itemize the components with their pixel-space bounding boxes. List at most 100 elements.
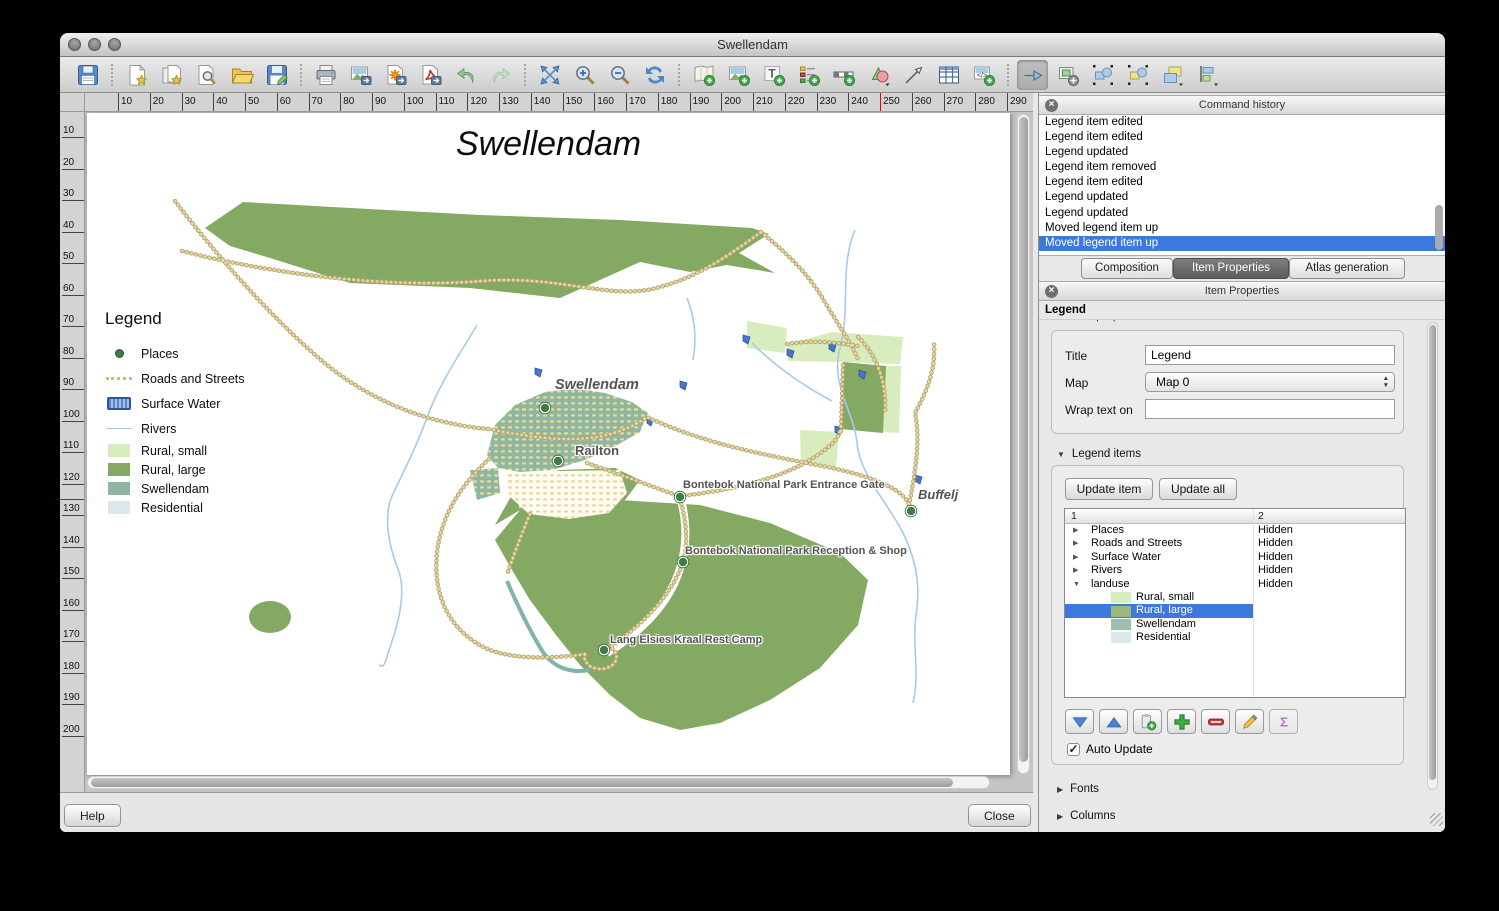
v-ruler-label: 30 <box>63 188 75 199</box>
composer-manager-button[interactable] <box>191 60 222 90</box>
v-ruler-tick <box>62 609 84 611</box>
history-item[interactable]: Legend item edited <box>1039 130 1445 145</box>
zoom-in-button[interactable] <box>569 60 600 90</box>
expand-icon[interactable]: ▶ <box>1073 524 1078 537</box>
print-button[interactable] <box>310 60 341 90</box>
main-properties-section[interactable]: ▼ Main properties <box>1057 320 1147 329</box>
expand-icon[interactable]: ▶ <box>1073 551 1078 564</box>
command-history-list[interactable]: Legend item edited Legend item edited Lege… <box>1039 115 1445 256</box>
add-table-button[interactable] <box>933 60 964 90</box>
history-item[interactable]: Legend item removed <box>1039 160 1445 175</box>
save-button[interactable] <box>72 60 103 90</box>
map-legend-item[interactable]: Legend Places Roads and Streets Surface Wa… <box>105 309 285 517</box>
history-item[interactable]: Legend updated <box>1039 190 1445 205</box>
layer-row[interactable]: ▼ landuse Hidden <box>1065 578 1405 591</box>
item-properties-scroll[interactable]: ▼ Main properties Title Map Map 0 ▲▼ Wra… <box>1039 320 1433 825</box>
export-svg-button[interactable] <box>380 60 411 90</box>
history-item[interactable]: Legend updated <box>1039 206 1445 221</box>
tab-item-properties[interactable]: Item Properties <box>1173 258 1289 279</box>
layer-row[interactable]: ▶ Roads and Streets Hidden <box>1065 537 1405 550</box>
history-item[interactable]: Legend item edited <box>1039 175 1445 190</box>
toolbar-separator <box>300 63 302 86</box>
ungroup-items-button[interactable] <box>1122 60 1153 90</box>
add-arrow-button[interactable] <box>898 60 929 90</box>
group-items-button[interactable] <box>1087 60 1118 90</box>
add-table-icon <box>938 66 959 83</box>
v-ruler-tick <box>62 326 84 327</box>
remove-item-button[interactable] <box>1201 709 1230 734</box>
legend-child-row[interactable]: Rural, large <box>1065 604 1405 619</box>
canvas-horizontal-scrollbar[interactable] <box>87 776 990 789</box>
expand-icon[interactable]: ▶ <box>1073 537 1078 550</box>
v-ruler-tick <box>62 672 84 674</box>
add-image-button[interactable] <box>723 60 754 90</box>
history-item[interactable]: Legend item edited <box>1039 115 1445 130</box>
new-composition-button[interactable] <box>121 60 152 90</box>
resize-grip[interactable] <box>1430 813 1443 826</box>
title-input[interactable] <box>1145 345 1395 365</box>
composition-page[interactable]: Swellendam Legend Places Roads and Street… <box>87 113 1010 775</box>
close-icon[interactable]: × <box>1045 285 1058 298</box>
command-history-scrollbar[interactable] <box>1435 117 1443 254</box>
legend-child-row[interactable]: Residential <box>1065 631 1405 644</box>
expand-icon[interactable]: ▶ <box>1073 564 1078 577</box>
fonts-section[interactable]: ▶ Fonts <box>1057 783 1099 795</box>
save-as-button[interactable] <box>261 60 292 90</box>
panel-scrollbar[interactable] <box>1427 322 1438 790</box>
help-button[interactable]: Help <box>64 804 121 827</box>
close-button[interactable]: Close <box>968 804 1031 827</box>
raise-items-button[interactable] <box>1157 60 1188 90</box>
zoom-out-button[interactable] <box>604 60 635 90</box>
layer-row[interactable]: ▶ Rivers Hidden <box>1065 564 1405 577</box>
export-pdf-button[interactable] <box>415 60 446 90</box>
tab-atlas-generation[interactable]: Atlas generation <box>1289 258 1405 279</box>
move-down-button[interactable] <box>1065 709 1094 734</box>
titlebar[interactable]: Swellendam <box>60 33 1445 57</box>
add-item-button[interactable] <box>1167 709 1196 734</box>
update-all-button[interactable]: Update all <box>1159 478 1237 500</box>
legend-child-row[interactable]: Rural, small <box>1065 591 1405 604</box>
add-shape-button[interactable] <box>863 60 894 90</box>
layer-row[interactable]: ▶ Places Hidden <box>1065 524 1405 537</box>
refresh-button[interactable] <box>639 60 670 90</box>
columns-section[interactable]: ▶ Columns <box>1057 810 1116 822</box>
swatch-symbol <box>105 444 133 457</box>
map-label: Map <box>1065 376 1089 390</box>
auto-update-checkbox[interactable]: ✓ <box>1067 742 1080 756</box>
canvas-viewport[interactable]: Swellendam Legend Places Roads and Street… <box>85 112 1033 792</box>
map-select[interactable]: Map 0 ▲ ▼ <box>1145 372 1395 392</box>
layer-row[interactable]: ▶ Surface Water Hidden <box>1065 551 1405 564</box>
add-scalebar-button[interactable] <box>828 60 859 90</box>
legend-items-section[interactable]: ▼ Legend items <box>1057 448 1141 460</box>
select-move-item-button[interactable] <box>1017 59 1048 90</box>
open-button[interactable] <box>226 60 257 90</box>
add-map-button[interactable] <box>688 60 719 90</box>
collapse-icon[interactable]: ▼ <box>1073 578 1080 591</box>
add-legend-button[interactable] <box>793 60 824 90</box>
move-item-content-button[interactable] <box>1052 60 1083 90</box>
update-item-button[interactable]: Update item <box>1065 478 1153 500</box>
wrap-text-input[interactable] <box>1145 399 1395 419</box>
add-html-button[interactable]: </> <box>968 60 999 90</box>
auto-update-row[interactable]: ✓ Auto Update <box>1067 742 1153 756</box>
add-group-button[interactable] <box>1133 709 1162 734</box>
canvas-vertical-scrollbar[interactable] <box>1017 114 1030 774</box>
count-symbol-button[interactable]: Σ <box>1269 709 1298 734</box>
legend-child-row[interactable]: Swellendam <box>1065 618 1405 631</box>
duplicate-composition-button[interactable] <box>156 60 187 90</box>
history-item[interactable]: Moved legend item up <box>1039 221 1445 236</box>
history-item[interactable]: Moved legend item up <box>1039 235 1445 251</box>
tab-composition[interactable]: Composition <box>1081 258 1173 279</box>
edit-item-button[interactable] <box>1235 709 1264 734</box>
legend-items-tree[interactable]: 1 2 ▶ Places Hidden ▶ Roads and Streets Hidde… <box>1064 508 1406 698</box>
redo-button[interactable] <box>485 60 516 90</box>
align-items-button[interactable] <box>1192 60 1223 90</box>
undo-button[interactable] <box>450 60 481 90</box>
history-item[interactable]: Legend updated <box>1039 145 1445 160</box>
add-label-button[interactable]: T <box>758 60 789 90</box>
export-image-button[interactable] <box>345 60 376 90</box>
h-ruler-tick <box>245 93 246 111</box>
move-up-button[interactable] <box>1099 709 1128 734</box>
zoom-full-button[interactable] <box>534 60 565 90</box>
close-icon[interactable]: × <box>1045 99 1058 112</box>
